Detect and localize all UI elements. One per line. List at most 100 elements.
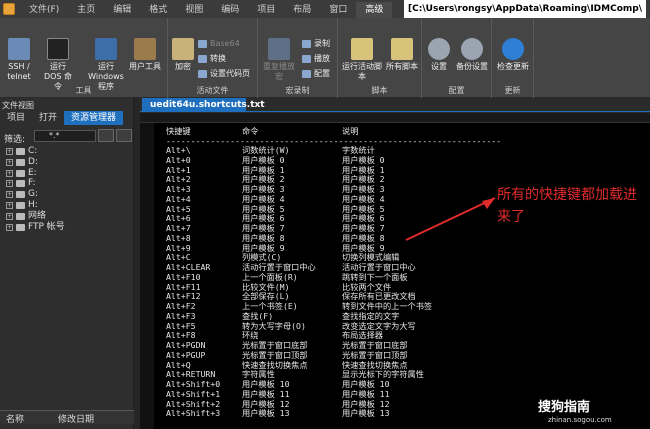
filter-input[interactable]: *.* (34, 130, 96, 142)
drive-item[interactable]: + E: (6, 168, 37, 179)
script-icon (351, 38, 373, 60)
expand-icon[interactable]: + (6, 223, 13, 231)
menu-tab[interactable]: 高级 (356, 2, 393, 18)
drive-label: FTP 帐号 (28, 221, 65, 232)
drive-item[interactable]: + F: (6, 178, 36, 189)
drive-label: E: (28, 167, 37, 178)
column-modified[interactable]: 修改日期 (58, 412, 94, 425)
ribbon-group-label: 宏录制 (285, 86, 310, 95)
cell: 用户模板 13 (342, 408, 390, 419)
drive-item[interactable]: + D: (6, 157, 38, 168)
scripts-icon (391, 38, 413, 60)
menu-tab[interactable]: 项目 (248, 2, 284, 18)
play-macro-button[interactable]: 播放 (302, 53, 330, 65)
editor-file-tab[interactable]: uedit64u.shortcuts.txt (142, 98, 265, 112)
filter-dropdown-button[interactable] (98, 129, 114, 142)
convert-button[interactable]: 转换 (198, 53, 226, 65)
drive-icon (16, 212, 25, 220)
watermark: 搜狗指南 (538, 400, 591, 415)
cell: 用户模板 0 (242, 154, 285, 165)
drive-icon (16, 202, 25, 209)
drive-label: C: (28, 146, 38, 156)
repeat-macro-button[interactable]: 重复播放宏 (260, 38, 298, 82)
menu-tab[interactable]: 编辑 (104, 2, 140, 18)
expand-icon[interactable]: + (6, 158, 13, 166)
cell: Alt+4 (166, 193, 191, 204)
cell: 查找(F) (242, 310, 274, 321)
cell: Alt+PGUP (166, 349, 206, 360)
lock-icon (172, 38, 194, 60)
encrypt-button[interactable]: 加密 (171, 38, 195, 72)
ribbon-group-label: 更新 (504, 86, 521, 95)
tab-explorer[interactable]: 资源管理器 (64, 111, 124, 125)
app-icon (3, 3, 15, 15)
expand-icon[interactable]: + (6, 180, 13, 188)
backup-settings-button[interactable]: 备份设置 (454, 38, 490, 72)
repeat-icon (268, 38, 290, 60)
all-scripts-button[interactable]: 所有脚本 (386, 38, 418, 72)
expand-icon[interactable]: + (6, 202, 13, 209)
drive-label: G: (28, 189, 39, 200)
cell: 用户模板 4 (342, 193, 385, 204)
menu-tab[interactable]: 格式 (140, 2, 176, 18)
drive-icon (16, 191, 25, 199)
ribbon-group-macro: 重复播放宏 录制 播放 配置 宏录制 (258, 18, 338, 98)
panel-title: 文件视图 (2, 101, 34, 110)
menu-tab[interactable]: 布局 (284, 2, 320, 18)
record-macro-button[interactable]: 录制 (302, 38, 330, 50)
ribbon: SSH / telnet 运行 DOS 命令 运行 Windows 程序 用户工… (0, 18, 650, 98)
menu-tab[interactable]: 窗口 (320, 2, 356, 18)
file-list-header: 名称 修改日期 (0, 410, 134, 425)
annotation-text: 所有的快捷键都加载进来了 (497, 187, 637, 225)
gear-icon (428, 38, 450, 60)
tab-project[interactable]: 项目 (0, 111, 32, 125)
cell: 光标置于窗口顶部 (242, 349, 308, 360)
cell: 用户模板 13 (242, 408, 290, 419)
drive-item[interactable]: + G: (6, 189, 38, 200)
annotation-arrow (405, 197, 496, 241)
user-tools-button[interactable]: 用户工具 (128, 38, 162, 72)
line-gutter (140, 123, 154, 429)
check-update-button[interactable]: 检查更新 (494, 38, 532, 72)
ribbon-group-active-file: 加密 Base64 转换 设置代码页 活动文件 (168, 18, 258, 98)
open-folder-icon[interactable] (116, 129, 132, 142)
run-dos-button[interactable]: 运行 DOS 命令 (40, 38, 76, 92)
drive-item[interactable]: + FTP 帐号 (6, 222, 65, 233)
gear-backup-icon (461, 38, 483, 60)
drive-icon (16, 148, 25, 155)
drive-label: H: (28, 200, 38, 210)
ssh-telnet-button[interactable]: SSH / telnet (4, 38, 34, 82)
drive-label: D: (28, 156, 38, 167)
expand-icon[interactable]: + (6, 169, 13, 177)
expand-icon[interactable]: + (6, 148, 13, 155)
drive-label: 网络 (28, 210, 47, 221)
set-codepage-button[interactable]: 设置代码页 (198, 68, 250, 80)
base64-button[interactable]: Base64 (198, 38, 240, 50)
run-windows-button[interactable]: 运行 Windows 程序 (86, 38, 126, 92)
terminal-icon (8, 38, 30, 60)
ribbon-group-tools: SSH / telnet 运行 DOS 命令 运行 Windows 程序 用户工… (0, 18, 168, 98)
watermark-url: zhinan.sogou.com (548, 416, 612, 424)
menu-tab[interactable]: 编码 (212, 2, 248, 18)
cell: 上一个面板(R) (242, 271, 298, 282)
drive-item[interactable]: + 网络 (6, 211, 46, 222)
run-active-script-button[interactable]: 运行活动脚本 (340, 38, 384, 82)
expand-icon[interactable]: + (6, 191, 13, 199)
column-name[interactable]: 名称 (6, 412, 24, 425)
window-icon (95, 38, 117, 60)
menu-tab[interactable]: 主页 (68, 2, 104, 18)
settings-button[interactable]: 设置 (426, 38, 452, 72)
separator-line: ----------------------------------------… (166, 135, 502, 146)
menu-tab[interactable]: 文件(F) (20, 2, 68, 18)
drive-item[interactable]: + C: (6, 146, 37, 157)
ribbon-group-label: 工具 (75, 86, 92, 95)
ribbon-group-label: 配置 (448, 86, 465, 95)
tab-open[interactable]: 打开 (32, 111, 64, 125)
expand-icon[interactable]: + (6, 212, 13, 220)
configure-macro-button[interactable]: 配置 (302, 68, 330, 80)
cell: Alt+0 (166, 154, 191, 165)
menu-tab[interactable]: 视图 (176, 2, 212, 18)
dos-icon (47, 38, 69, 60)
cell: 查找指定的文字 (342, 310, 400, 321)
drive-item[interactable]: + H: (6, 200, 38, 211)
